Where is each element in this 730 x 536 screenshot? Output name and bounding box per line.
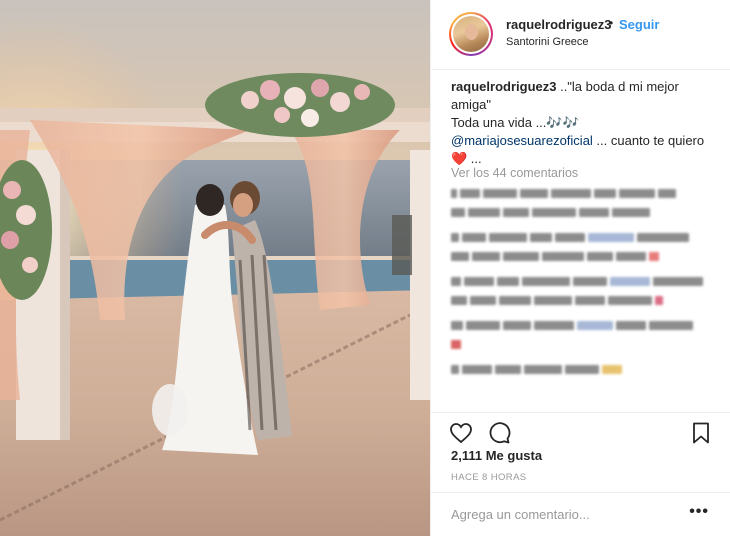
post-photo[interactable] bbox=[0, 0, 430, 536]
avatar[interactable] bbox=[449, 12, 493, 56]
comment-input[interactable] bbox=[451, 507, 681, 522]
speech-bubble-icon[interactable] bbox=[487, 421, 511, 445]
comment-item bbox=[451, 274, 721, 288]
post-header: raquelrodriguez3 • Seguir Santorini Gree… bbox=[431, 0, 730, 70]
post-timestamp[interactable]: HACE 8 HORAS bbox=[451, 472, 527, 483]
caption-mention[interactable]: @mariajosesuarezoficial bbox=[451, 133, 593, 148]
post-actions-bar bbox=[431, 412, 730, 452]
comment-item bbox=[451, 205, 721, 219]
more-options-button[interactable]: ••• bbox=[689, 503, 709, 521]
caption-text-line4: ... bbox=[467, 151, 482, 166]
comment-item bbox=[451, 293, 721, 307]
comment-item bbox=[451, 318, 721, 332]
bookmark-icon[interactable] bbox=[689, 421, 713, 445]
post-caption: raquelrodriguez3 .."la boda d mi mejor a… bbox=[451, 78, 721, 168]
red-heart-emoji: ❤️ bbox=[451, 151, 468, 166]
comment-item bbox=[451, 337, 721, 351]
comment-item bbox=[451, 249, 721, 263]
caption-text-line3: ... cuanto te quiero bbox=[592, 133, 705, 148]
comment-item bbox=[451, 362, 721, 376]
comment-item bbox=[451, 230, 721, 244]
heart-outline-icon[interactable] bbox=[449, 421, 473, 445]
caption-text-line2: Toda una vida ...🎶🎶 bbox=[451, 115, 579, 130]
separator-dot: • bbox=[609, 16, 614, 30]
add-comment-bar: ••• bbox=[431, 492, 730, 536]
post-side-panel: raquelrodriguez3 • Seguir Santorini Gree… bbox=[430, 0, 730, 536]
comment-item bbox=[451, 186, 721, 200]
wedding-photo-image bbox=[0, 0, 430, 536]
caption-username[interactable]: raquelrodriguez3 bbox=[451, 79, 556, 94]
location-link[interactable]: Santorini Greece bbox=[506, 36, 589, 48]
comments-list bbox=[451, 186, 721, 387]
likes-count[interactable]: 2,111 Me gusta bbox=[451, 448, 542, 463]
header-username[interactable]: raquelrodriguez3 bbox=[506, 17, 611, 32]
view-all-comments-link[interactable]: Ver los 44 comentarios bbox=[451, 166, 578, 180]
profile-picture bbox=[453, 16, 489, 52]
follow-button[interactable]: Seguir bbox=[619, 17, 659, 32]
